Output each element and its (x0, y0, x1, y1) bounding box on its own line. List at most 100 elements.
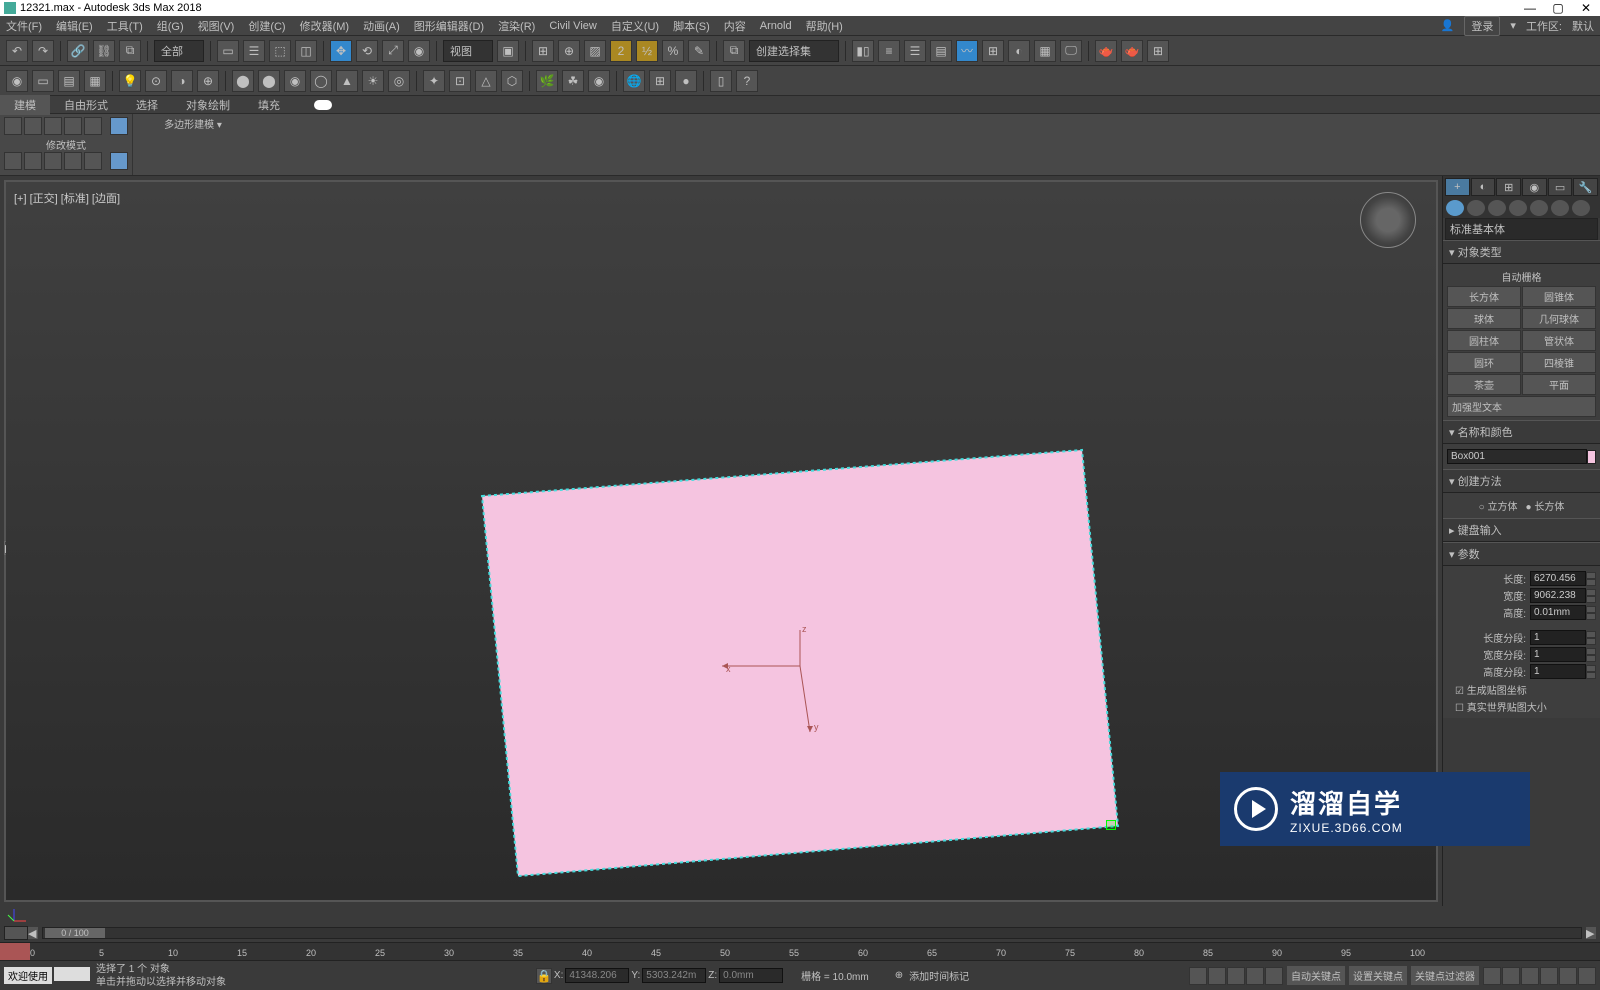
poly-btn-1[interactable] (4, 117, 22, 135)
rollout-creation-method[interactable]: ▾ 创建方法 (1443, 469, 1600, 493)
real-world-check[interactable]: ☐ 真实世界贴图大小 (1447, 698, 1596, 715)
nav-zoomall-button[interactable] (1502, 967, 1520, 985)
align-button[interactable]: ≡ (878, 40, 900, 62)
tb2-btn-3[interactable]: ▤ (58, 70, 80, 92)
shapes-subtab[interactable] (1467, 200, 1485, 216)
prev-frame-button[interactable] (1208, 967, 1226, 985)
width-input[interactable] (1530, 588, 1586, 603)
poly-model-dropdown[interactable]: 多边形建模 ▾ (133, 114, 253, 175)
tb2-btn-18[interactable]: △ (475, 70, 497, 92)
unlink-button[interactable]: ⛓ (93, 40, 115, 62)
menu-grapheditor[interactable]: 图形编辑器(D) (414, 18, 484, 34)
tb2-btn-20[interactable]: 🌿 (536, 70, 558, 92)
create-tab[interactable]: + (1445, 178, 1470, 196)
obj-torus[interactable]: 圆环 (1447, 352, 1521, 373)
pivot-center-button[interactable]: ▣ (497, 40, 519, 62)
obj-pyramid[interactable]: 四棱锥 (1522, 352, 1596, 373)
nav-fov-button[interactable] (1559, 967, 1577, 985)
tb2-btn-26[interactable]: ▯ (710, 70, 732, 92)
percent-snap-button[interactable]: ½ (636, 40, 658, 62)
select-rotate-button[interactable]: ⟲ (356, 40, 378, 62)
height-segs-input[interactable] (1530, 664, 1586, 679)
tb2-btn-16[interactable]: ✦ (423, 70, 445, 92)
bind-button[interactable]: ⧉ (119, 40, 141, 62)
login-button[interactable]: 登录 (1464, 16, 1500, 36)
tb2-btn-25[interactable]: ● (675, 70, 697, 92)
named-sel-dropdown[interactable]: 创建选择集 (749, 40, 839, 62)
display-tab[interactable]: ▭ (1548, 178, 1573, 196)
nav-zoom-button[interactable] (1483, 967, 1501, 985)
add-time-tag[interactable]: 添加时间标记 (909, 968, 969, 983)
mirror-button[interactable]: ▮▯ (852, 40, 874, 62)
tb2-btn-6[interactable]: ⊙ (145, 70, 167, 92)
maxscript-listener[interactable] (54, 967, 90, 981)
menu-create[interactable]: 创建(C) (248, 18, 285, 34)
gen-mapping-check[interactable]: ☑ 生成贴图坐标 (1447, 681, 1596, 698)
geosphere-icon[interactable]: ◉ (284, 70, 306, 92)
help-icon[interactable]: ? (736, 70, 758, 92)
geometry-subtab[interactable] (1446, 200, 1464, 216)
render-frame-button[interactable]: 🖵 (1060, 40, 1082, 62)
lights-subtab[interactable] (1488, 200, 1506, 216)
menu-script[interactable]: 脚本(S) (673, 18, 710, 34)
poly-toggle-bottom[interactable] (110, 152, 128, 170)
object-name-input[interactable] (1447, 449, 1587, 464)
helpers-subtab[interactable] (1530, 200, 1548, 216)
auto-grid-check[interactable]: 自动栅格 (1447, 267, 1596, 286)
obj-sphere[interactable]: 球体 (1447, 308, 1521, 329)
select-place-button[interactable]: ◉ (408, 40, 430, 62)
cylinder-icon[interactable]: ⬤ (232, 70, 254, 92)
light-button[interactable]: 💡 (119, 70, 141, 92)
cone-icon[interactable]: ▲ (336, 70, 358, 92)
sphere-icon[interactable]: ⬤ (258, 70, 280, 92)
menu-animation[interactable]: 动画(A) (363, 18, 400, 34)
modify-tab[interactable]: ◐ (1471, 178, 1496, 196)
obj-tube[interactable]: 管状体 (1522, 330, 1596, 351)
radio-box[interactable]: ● 长方体 (1526, 498, 1565, 513)
tb2-btn-8[interactable]: ⊕ (197, 70, 219, 92)
obj-cone[interactable]: 圆锥体 (1522, 286, 1596, 307)
next-frame-button[interactable] (1246, 967, 1264, 985)
maximize-button[interactable]: ▢ (1544, 0, 1572, 16)
render-a360-button[interactable]: ⊞ (1147, 40, 1169, 62)
schematic-view-button[interactable]: ⊞ (982, 40, 1004, 62)
category-dropdown[interactable]: 标准基本体 (1445, 218, 1598, 240)
tab-freeform[interactable]: 自由形式 (50, 95, 122, 115)
manipulate-button[interactable]: ⊞ (532, 40, 554, 62)
globe-icon[interactable]: 🌐 (623, 70, 645, 92)
goto-end-button[interactable] (1265, 967, 1283, 985)
nav-pan-button[interactable] (1521, 967, 1539, 985)
ts-left[interactable]: ◀ (28, 927, 38, 939)
poly-btn-8[interactable] (44, 152, 62, 170)
length-segs-input[interactable] (1530, 630, 1586, 645)
undo-button[interactable]: ↶ (6, 40, 28, 62)
rollout-parameters[interactable]: ▾ 参数 (1443, 542, 1600, 566)
tb2-btn-21[interactable]: ☘ (562, 70, 584, 92)
key-filter-button[interactable]: 关键点过滤器 (1411, 966, 1479, 985)
obj-geosphere[interactable]: 几何球体 (1522, 308, 1596, 329)
menu-edit[interactable]: 编辑(E) (56, 18, 93, 34)
poly-btn-2[interactable] (24, 117, 42, 135)
time-ruler[interactable]: 0510152025303540455055606570758085909510… (0, 942, 1600, 960)
window-crossing-button[interactable]: ◫ (295, 40, 317, 62)
tab-selection[interactable]: 选择 (122, 95, 172, 115)
select-region-button[interactable]: ⬚ (269, 40, 291, 62)
selection-handle[interactable] (1106, 820, 1116, 830)
obj-cylinder[interactable]: 圆柱体 (1447, 330, 1521, 351)
edit-named-sel-button[interactable]: ✎ (688, 40, 710, 62)
length-input[interactable] (1530, 571, 1586, 586)
spacewarps-subtab[interactable] (1551, 200, 1569, 216)
menu-tools[interactable]: 工具(T) (107, 18, 143, 34)
goto-start-button[interactable] (1189, 967, 1207, 985)
poly-btn-10[interactable] (84, 152, 102, 170)
plane-object[interactable]: x z y (6, 182, 1286, 900)
selection-filter[interactable]: 全部 (154, 40, 204, 62)
sun-icon[interactable]: ☀ (362, 70, 384, 92)
rollout-object-type[interactable]: ▾ 对象类型 (1443, 240, 1600, 264)
rollout-name-color[interactable]: ▾ 名称和颜色 (1443, 420, 1600, 444)
time-slider-track[interactable]: 0 / 100 (42, 927, 1582, 939)
ref-coord-dropdown[interactable]: 视图 (443, 40, 493, 62)
render-production-button[interactable]: 🫖 (1095, 40, 1117, 62)
menu-customize[interactable]: 自定义(U) (611, 18, 659, 34)
select-scale-button[interactable]: ⤢ (382, 40, 404, 62)
